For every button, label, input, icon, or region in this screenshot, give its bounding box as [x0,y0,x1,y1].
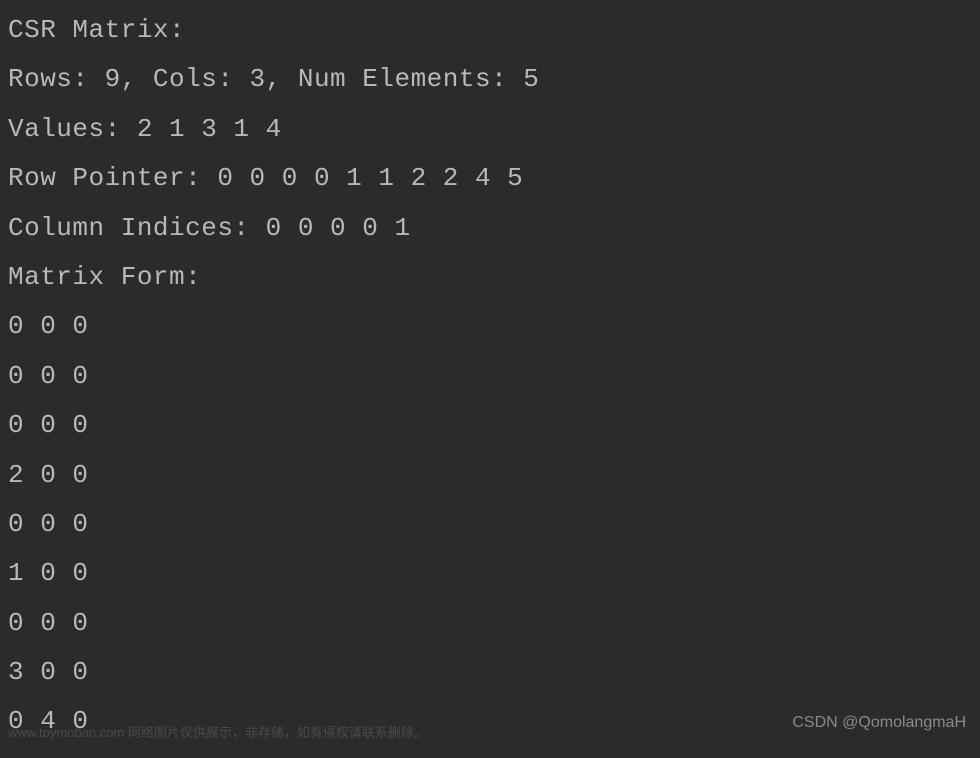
watermark-right: CSDN @QomolangmaH [792,708,966,738]
output-line-dims: Rows: 9, Cols: 3, Num Elements: 5 [8,55,972,104]
output-line-values: Values: 2 1 3 1 4 [8,105,972,154]
output-line-col-indices: Column Indices: 0 0 0 0 1 [8,204,972,253]
matrix-row: 2 0 0 [8,451,972,500]
matrix-row: 1 0 0 [8,549,972,598]
matrix-row: 3 0 0 [8,648,972,697]
matrix-row: 0 0 0 [8,401,972,450]
output-line-title: CSR Matrix: [8,6,972,55]
matrix-row: 0 0 0 [8,599,972,648]
matrix-row: 0 0 0 [8,352,972,401]
watermark-left: www.toymoban.com 网络图片仅供展示，非存储，如有侵权请联系删除。 [8,721,427,746]
output-line-matrix-form: Matrix Form: [8,253,972,302]
output-line-row-pointer: Row Pointer: 0 0 0 0 1 1 2 2 4 5 [8,154,972,203]
matrix-row: 0 0 0 [8,302,972,351]
matrix-row: 0 0 0 [8,500,972,549]
